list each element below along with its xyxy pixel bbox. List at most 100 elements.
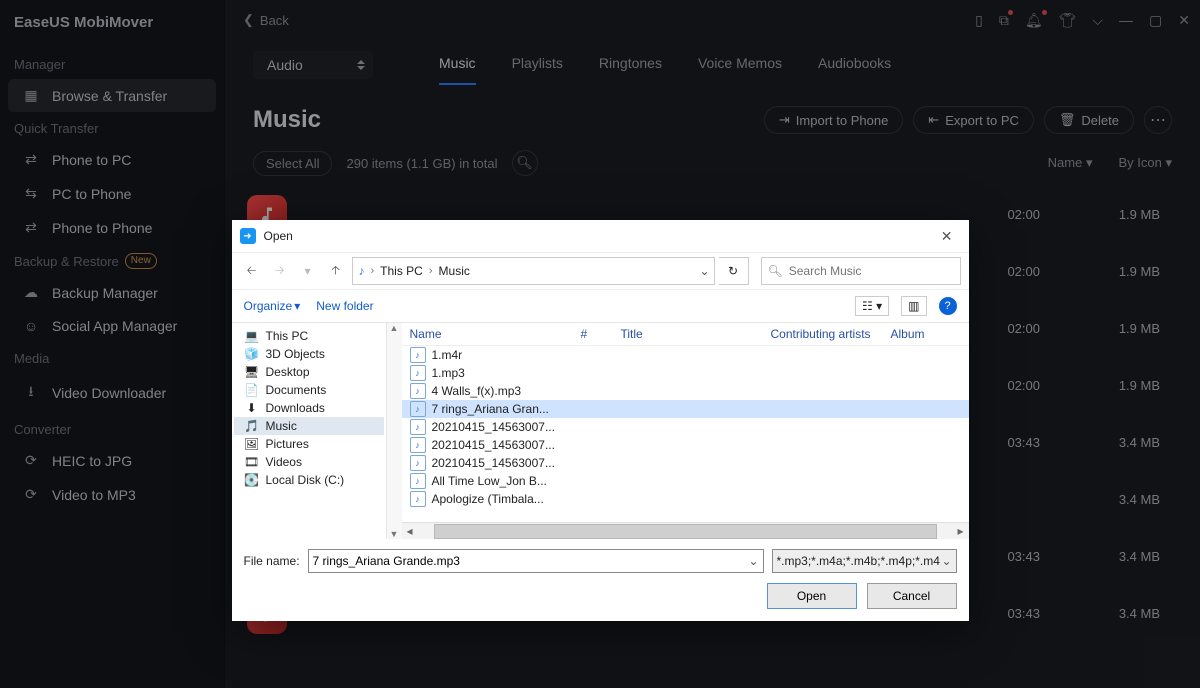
file-item[interactable]: 20210415_14563007... [402,454,969,472]
export-button[interactable]: ⇤ Export to PC [913,106,1034,134]
feedback-icon[interactable]: ⌵ [1092,12,1103,29]
file-item[interactable]: All Time Low_Jon B... [402,472,969,490]
tree-node[interactable]: 💻This PC [234,327,384,345]
refresh-button[interactable]: ↻ [719,257,749,285]
nav-forward-button[interactable]: 🡢 [268,259,292,283]
more-button[interactable]: ⋯ [1144,106,1172,134]
new-folder-button[interactable]: New folder [316,299,373,313]
import-button[interactable]: ⇥ Import to Phone [764,106,903,134]
sidebar-item[interactable]: ⇄Phone to PC [8,143,216,176]
folder-icon: 💻 [244,329,260,343]
scroll-thumb[interactable] [434,524,937,539]
page-title: Music [253,106,321,134]
delete-button[interactable]: 🗑︎ Delete [1044,106,1134,134]
phone-icon[interactable]: ▯ [975,12,983,29]
new-badge: New [125,253,157,269]
close-button[interactable]: ✕ [1178,12,1190,29]
file-item[interactable]: 20210415_14563007... [402,436,969,454]
nav-recent-button[interactable]: ▾ [296,259,320,283]
tree-node[interactable]: 💽Local Disk (C:) [234,471,384,489]
file-item[interactable]: Apologize (Timbala... [402,490,969,508]
organize-label: Organize [244,299,293,313]
sidebar-item[interactable]: ▦Browse & Transfer [8,79,216,112]
file-item[interactable]: 4 Walls_f(x).mp3 [402,382,969,400]
file-item[interactable]: 1.m4r [402,346,969,364]
tab-audiobooks[interactable]: Audiobooks [818,45,891,85]
sort-view[interactable]: By Icon ▾ [1119,155,1173,171]
tree-node[interactable]: 📄Documents [234,381,384,399]
tab-ringtones[interactable]: Ringtones [599,45,662,85]
scroll-left-icon[interactable]: ◂ [402,524,418,538]
col-artists[interactable]: Contributing artists [771,327,891,341]
file-item[interactable]: 20210415_14563007... [402,418,969,436]
nav-back-button[interactable]: 🡠 [240,259,264,283]
filename-dropdown[interactable]: ⌄ [748,554,758,568]
file-name: 1.m4r [432,348,463,362]
col-track[interactable]: # [581,327,621,341]
col-name[interactable]: Name [410,327,581,341]
minimize-button[interactable]: — [1119,12,1133,28]
view-menu[interactable]: ☷ ▾ [855,296,889,316]
breadcrumb-music[interactable]: Music [439,264,470,278]
back-button[interactable]: ❮ Back [235,8,297,32]
tree-node[interactable]: 🎵Music [234,417,384,435]
nav-up-button[interactable]: 🡡 [324,259,348,283]
tab-voice-memos[interactable]: Voice Memos [698,45,782,85]
cancel-button[interactable]: Cancel [867,583,957,609]
filename-label: File name: [244,554,300,568]
sort-view-label: By Icon [1119,155,1162,170]
sidebar-item[interactable]: ⇆PC to Phone [8,177,216,210]
tree-node-label: Videos [266,455,302,469]
filename-input[interactable] [313,554,759,568]
file-item[interactable]: 7 rings_Ariana Gran... [402,400,969,418]
filetype-value: *.mp3;*.m4a;*.m4b;*.m4p;*.m4 [777,554,940,568]
filename-combo[interactable]: ⌄ [308,549,764,573]
file-item[interactable]: 1.mp3 [402,364,969,382]
sidebar-item[interactable]: ⟳Video to MP3 [8,478,216,511]
help-button[interactable]: ? [939,297,957,315]
tree-node[interactable]: ⬇Downloads [234,399,384,417]
tab-music[interactable]: Music [439,45,476,85]
sort-name-label: Name [1048,155,1083,170]
phone-pc-icon: ⇄ [22,151,40,168]
organize-menu[interactable]: Organize ▾ [244,299,301,313]
maximize-button[interactable]: ▢ [1149,12,1162,29]
preview-pane-button[interactable]: ▥ [901,296,926,316]
scroll-right-icon[interactable]: ▸ [953,524,969,538]
dialog-close-button[interactable]: ✕ [933,224,961,249]
file-hscroll[interactable]: ◂ ▸ [402,522,969,539]
category-bar: Audio Music Playlists Ringtones Voice Memos… [225,40,1200,86]
address-bar[interactable]: ♪ › This PC › Music ⌄ [352,257,715,285]
tab-playlists[interactable]: Playlists [512,45,563,85]
song-size: 1.9 MB [1060,378,1190,393]
sidebar-item[interactable]: ⭳Video Downloader [8,373,216,413]
tree-node[interactable]: 🖼Pictures [234,435,384,453]
category-select[interactable]: Audio [253,51,373,79]
col-album[interactable]: Album [891,327,961,341]
tree-node[interactable]: 🎞Videos [234,453,384,471]
folder-tree: 💻This PC🧊3D Objects🖥Desktop📄Documents⬇Do… [232,323,386,539]
search-button[interactable]: 🔍︎ [512,150,538,176]
sidebar-item[interactable]: ☁︎Backup Manager [8,276,216,309]
filetype-dropdown[interactable]: ⌄ [941,554,951,568]
sidebar-item[interactable]: ☺Social App Manager [8,310,216,342]
address-dropdown[interactable]: ⌄ [699,264,709,278]
tree-node[interactable]: 🖥Desktop [234,363,384,381]
gift-icon[interactable]: ⧉ [999,12,1009,29]
breadcrumb-thispc[interactable]: This PC [380,264,423,278]
sidebar-item[interactable]: ⇄Phone to Phone [8,211,216,244]
tree-node[interactable]: 🧊3D Objects [234,345,384,363]
sort-name[interactable]: Name ▾ [1048,155,1093,171]
shirt-icon[interactable]: 👕︎ [1059,12,1077,29]
open-button[interactable]: Open [767,583,857,609]
dialog-search[interactable]: 🔍︎ [761,257,961,285]
select-all-button[interactable]: Select All [253,151,332,176]
item-count-label: 290 items (1.1 GB) in total [346,156,497,171]
bell-icon[interactable]: 🔔︎ [1025,12,1043,29]
export-icon: ⇤ [928,112,939,128]
sidebar-item[interactable]: ⟳HEIC to JPG [8,444,216,477]
dialog-search-input[interactable] [789,264,954,278]
col-title[interactable]: Title [621,327,771,341]
filetype-combo[interactable]: *.mp3;*.m4a;*.m4b;*.m4p;*.m4 ⌄ [772,549,957,573]
tree-scrollbar[interactable]: ▲▼ [386,323,402,539]
